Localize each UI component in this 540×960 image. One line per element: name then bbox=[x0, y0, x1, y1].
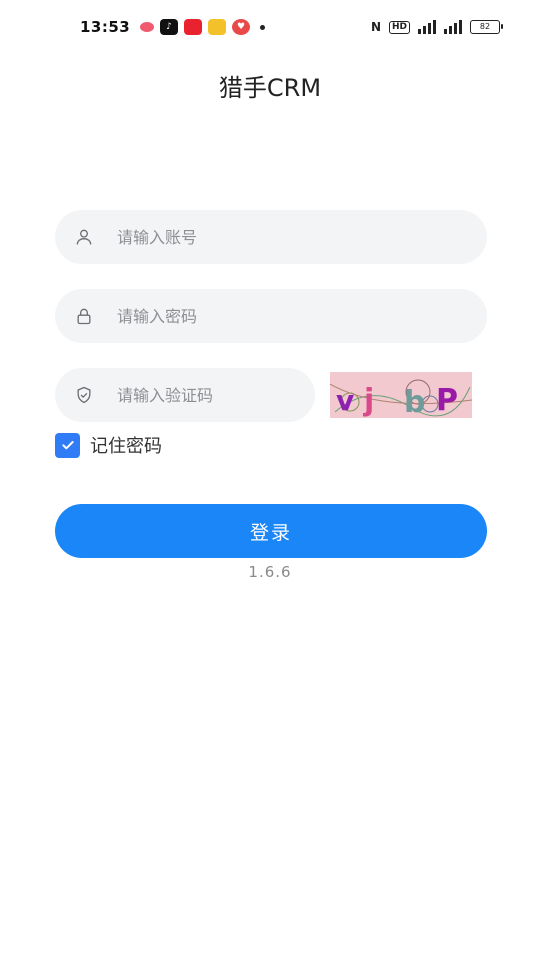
app-notification-icon bbox=[208, 19, 226, 35]
version-text: 1.6.6 bbox=[248, 563, 292, 581]
shield-icon bbox=[73, 384, 95, 406]
svg-text:b: b bbox=[404, 385, 425, 418]
remember-password[interactable]: 记住密码 bbox=[55, 432, 162, 458]
svg-text:P: P bbox=[436, 383, 458, 418]
svg-text:j: j bbox=[363, 383, 374, 418]
system-status: N HD 82 bbox=[370, 18, 503, 36]
signal-icon bbox=[444, 20, 462, 34]
captcha-field[interactable] bbox=[55, 368, 315, 422]
remember-label: 记住密码 bbox=[90, 436, 162, 457]
battery-icon: 82 bbox=[470, 20, 503, 34]
password-input[interactable] bbox=[117, 306, 417, 326]
login-button[interactable]: 登录 bbox=[55, 504, 487, 558]
app-notification-icon bbox=[184, 19, 202, 35]
password-field[interactable] bbox=[55, 289, 487, 343]
captcha-image[interactable]: v j b P bbox=[330, 372, 472, 418]
page-title: 猎手CRM bbox=[218, 74, 322, 102]
more-notifications-icon bbox=[260, 24, 265, 30]
hd-icon: HD bbox=[388, 20, 410, 34]
status-bar: 13:53 ♪ ♥ N HD 82 bbox=[0, 0, 540, 56]
captcha-input[interactable] bbox=[117, 385, 287, 405]
account-input[interactable] bbox=[117, 227, 417, 247]
user-icon bbox=[73, 226, 95, 248]
notification-icons: ♪ ♥ bbox=[140, 18, 265, 36]
app-notification-icon: ♥ bbox=[232, 19, 250, 35]
remember-checkbox[interactable] bbox=[55, 432, 80, 458]
account-field[interactable] bbox=[55, 210, 487, 264]
svg-text:v: v bbox=[336, 384, 354, 417]
lock-icon bbox=[73, 305, 95, 327]
nfc-icon: N bbox=[370, 20, 381, 34]
tiktok-icon: ♪ bbox=[160, 19, 178, 35]
signal-icon bbox=[418, 20, 436, 34]
app-notification-icon bbox=[140, 22, 154, 32]
status-time: 13:53 bbox=[80, 18, 131, 36]
